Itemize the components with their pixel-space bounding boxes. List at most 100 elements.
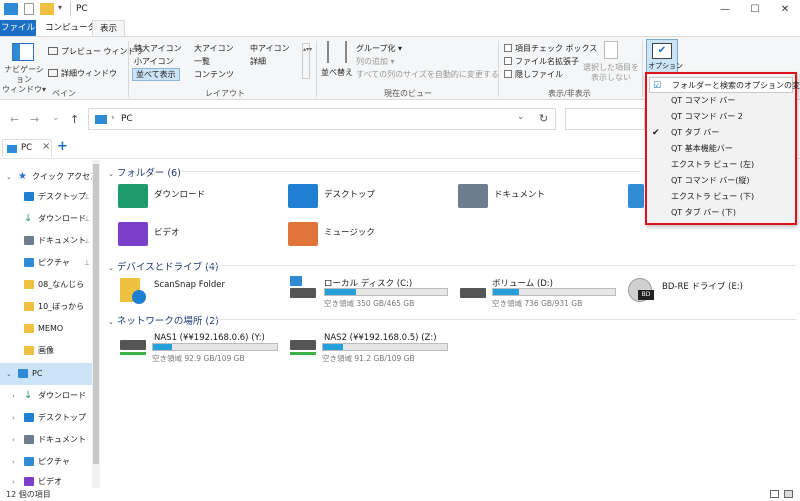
tab-file[interactable]: ファイル — [0, 20, 36, 36]
menu-item-qt-basic-bar[interactable]: QT 基本機能バー — [649, 141, 793, 157]
collapse-icon[interactable]: ⌄ — [6, 363, 12, 385]
folder-pictures[interactable] — [628, 184, 644, 212]
network-section-header[interactable]: ⌄ ネットワークの場所 (2) — [108, 313, 219, 327]
folders-section-header[interactable]: ⌄ フォルダー (6) — [108, 165, 181, 179]
options-button[interactable]: ✔ オプション — [646, 39, 683, 73]
sidebar-item-pictures[interactable]: ピクチャ ⊥ — [0, 252, 98, 274]
folder-downloads[interactable]: ダウンロード — [118, 184, 268, 212]
maximize-button[interactable]: ☐ — [740, 0, 770, 20]
recent-locations-button[interactable]: ⌄ — [52, 113, 60, 123]
scrollbar-thumb[interactable] — [93, 164, 99, 464]
address-dropdown-button[interactable]: ⌄ — [517, 112, 525, 122]
up-button[interactable]: ↑ — [70, 113, 79, 126]
address-bar[interactable]: › PC ⌄ ↻ — [88, 108, 556, 130]
layout-large-icons[interactable]: 大アイコン — [194, 43, 234, 54]
quick-access-dropdown-icon[interactable]: ▾ — [58, 3, 62, 12]
navigation-pane-icon[interactable] — [12, 43, 34, 61]
sidebar-item-desktop[interactable]: デスクトップ ⊥ — [0, 186, 98, 208]
drive-c[interactable]: ローカル ディスク (C:) 空き領域 350 GB/465 GB — [288, 276, 448, 308]
sidebar-item-desktop[interactable]: › デスクトップ — [0, 407, 98, 429]
layout-tiles[interactable]: 並べて表示 — [132, 68, 180, 81]
checkbox-icon: ☑ — [653, 81, 662, 91]
folder-music[interactable]: ミュージック — [288, 222, 438, 250]
file-extension-toggle[interactable]: ファイル名拡張子 — [504, 56, 579, 67]
sidebar-item-downloads[interactable]: ↓ ダウンロード ⊥ — [0, 208, 98, 230]
tab-close-button[interactable]: × — [42, 141, 50, 152]
drive-e[interactable]: BD BD-RE ドライブ (E:) — [628, 276, 788, 308]
item-checkbox-toggle[interactable]: 項目チェック ボックス — [504, 43, 597, 54]
sidebar-item-folder[interactable]: MEMO — [0, 318, 98, 340]
navigation-pane-button[interactable]: ナビゲーション ウィンドウ▾ — [2, 65, 46, 95]
menu-item-folder-options[interactable]: ☑ フォルダーと検索のオプションの変更(O) — [649, 77, 800, 93]
collapse-icon: ⌄ — [108, 264, 114, 272]
sidebar-item-folder[interactable]: 10_ぼっから — [0, 296, 98, 318]
group-by-button[interactable]: グループ化 ▾ — [356, 43, 402, 54]
minimize-button[interactable]: — — [710, 0, 740, 20]
layout-details[interactable]: 詳細 — [250, 56, 266, 67]
folder-desktop[interactable]: デスクトップ — [288, 184, 438, 212]
add-tab-button[interactable]: + — [57, 139, 68, 154]
menu-item-label: エクストラ ビュー (下) — [671, 192, 755, 201]
sidebar-item-downloads[interactable]: › ↓ ダウンロード — [0, 385, 98, 407]
back-button[interactable]: ← — [10, 113, 19, 126]
menu-item-extra-view-bottom[interactable]: エクストラ ビュー (下) — [649, 189, 793, 205]
collapse-icon[interactable]: ⌄ — [6, 166, 12, 188]
tab-pc[interactable]: PC × — [2, 139, 52, 157]
hide-selected-button[interactable]: 選択した項目を 表示しない — [582, 63, 640, 83]
menu-item-qt-command-bar-2[interactable]: QT コマンド バー 2 — [649, 109, 793, 125]
layout-list[interactable]: 一覧 — [194, 56, 210, 67]
menu-item-qt-command-bar-vertical[interactable]: QT コマンド バー(縦) — [649, 173, 793, 189]
pin-icon[interactable]: ⊥ — [84, 230, 90, 252]
pin-icon[interactable]: ⊥ — [84, 252, 90, 274]
pc-icon[interactable] — [4, 3, 18, 15]
sidebar-scrollbar[interactable] — [92, 160, 100, 488]
details-view-icon[interactable] — [770, 490, 779, 498]
network-drive-y[interactable]: NAS1 (¥¥192.168.0.6) (Y:) 空き領域 92.9 GB/1… — [118, 332, 288, 364]
drives-section-header[interactable]: ⌄ デバイスとドライブ (4) — [108, 259, 219, 273]
tab-view[interactable]: 表示 — [92, 20, 126, 37]
fit-columns-button[interactable]: すべての列のサイズを自動的に変更する — [356, 69, 499, 80]
new-folder-icon[interactable] — [40, 3, 54, 15]
close-button[interactable]: ✕ — [770, 0, 800, 20]
sidebar-item-documents[interactable]: ドキュメント ⊥ — [0, 230, 98, 252]
refresh-button[interactable]: ↻ — [539, 112, 548, 125]
folder-videos[interactable]: ビデオ — [118, 222, 268, 250]
sidebar-item-folder[interactable]: 08_なんじら — [0, 274, 98, 296]
drive-scansnap[interactable]: ScanSnap Folder — [118, 276, 278, 306]
sidebar-item-pc[interactable]: ⌄ PC — [0, 363, 98, 385]
drive-d[interactable]: ボリューム (D:) 空き領域 736 GB/931 GB — [458, 276, 618, 308]
properties-icon[interactable] — [24, 3, 34, 15]
details-pane-button[interactable]: 詳細ウィンドウ — [48, 68, 117, 79]
layout-small-icons[interactable]: 小アイコン — [134, 56, 174, 67]
menu-item-qt-tab-bar-bottom[interactable]: QT タブ バー (下) — [649, 205, 793, 221]
add-column-button[interactable]: 列の追加 ▾ — [356, 56, 395, 67]
menu-item-extra-view-left[interactable]: エクストラ ビュー (左) — [649, 157, 793, 173]
sidebar-item-pictures[interactable]: › ピクチャ — [0, 451, 98, 473]
large-icons-view-icon[interactable] — [784, 490, 793, 498]
expand-icon[interactable]: › — [12, 407, 15, 429]
network-drive-z[interactable]: NAS2 (¥¥192.168.0.5) (Z:) 空き領域 91.2 GB/1… — [288, 332, 458, 364]
forward-button[interactable]: → — [30, 113, 39, 126]
pin-icon[interactable]: ⊥ — [84, 186, 90, 208]
menu-item-qt-command-bar[interactable]: QT コマンド バー — [649, 93, 793, 109]
sidebar-item-quick-access[interactable]: ⌄ ★ クイック アクセス — [0, 166, 98, 188]
sort-button[interactable]: 並べ替え — [321, 67, 353, 78]
layout-scroll-icon[interactable]: ▴▾▾ — [302, 43, 312, 79]
address-text[interactable]: PC — [121, 114, 133, 124]
checkbox — [504, 57, 512, 65]
pin-icon[interactable]: ⊥ — [84, 208, 90, 230]
menu-item-qt-tab-bar[interactable]: ✔ QT タブ バー — [649, 125, 793, 141]
layout-xl-icons[interactable]: 特大アイコン — [134, 43, 182, 54]
sidebar-item-documents[interactable]: › ドキュメント — [0, 429, 98, 451]
preview-pane-button[interactable]: プレビュー ウィンドウ — [48, 46, 144, 57]
expand-icon[interactable]: › — [12, 429, 15, 451]
folder-documents[interactable]: ドキュメント — [458, 184, 608, 212]
sidebar-item-folder[interactable]: 画像 — [0, 340, 98, 362]
hidden-files-toggle[interactable]: 隠しファイル — [504, 69, 563, 80]
expand-icon[interactable]: › — [12, 385, 15, 407]
search-input[interactable] — [565, 108, 645, 130]
layout-content[interactable]: コンテンツ — [194, 69, 234, 80]
expand-icon[interactable]: › — [12, 451, 15, 473]
layout-medium-icons[interactable]: 中アイコン — [250, 43, 290, 54]
documents-folder-icon — [458, 184, 488, 208]
